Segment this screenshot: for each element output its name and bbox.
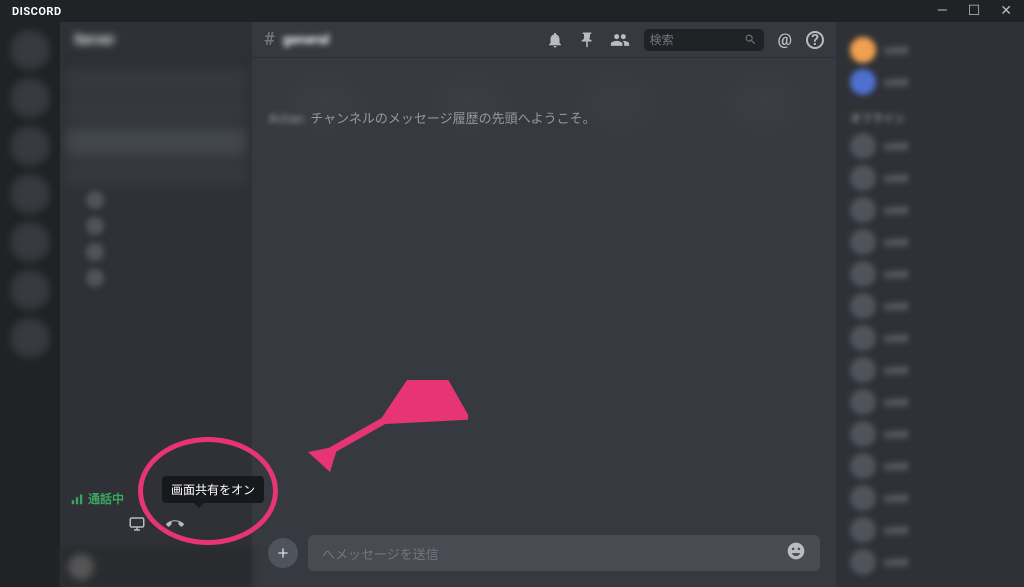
disconnect-button[interactable] (166, 515, 184, 537)
member-item[interactable]: user (844, 226, 1016, 258)
call-controls (60, 509, 252, 547)
disconnect-icon (166, 515, 184, 533)
chat-area: # general @ ? (252, 22, 836, 587)
channel-item[interactable] (66, 128, 246, 156)
member-item[interactable]: user (844, 354, 1016, 386)
member-item[interactable]: user (844, 386, 1016, 418)
member-item[interactable]: user (844, 546, 1016, 578)
guild-item[interactable] (10, 318, 50, 358)
member-item[interactable]: user (844, 418, 1016, 450)
member-item[interactable]: user (844, 290, 1016, 322)
app-logo: DISCORD (8, 5, 62, 18)
guild-item[interactable] (10, 174, 50, 214)
channel-list (60, 58, 252, 484)
member-item[interactable]: user (844, 450, 1016, 482)
channel-item[interactable] (66, 158, 246, 186)
member-item[interactable]: user (844, 194, 1016, 226)
plus-icon (275, 545, 291, 561)
members-icon[interactable] (610, 30, 630, 50)
server-header[interactable]: Server (60, 22, 252, 58)
voice-user[interactable] (86, 240, 246, 264)
message-input[interactable]: へメッセージを送信 (308, 535, 820, 571)
voice-user[interactable] (86, 188, 246, 212)
welcome-message: #chan チャンネルのメッセージ履歴の先頭へようこそ。 (268, 108, 820, 127)
member-group-heading: オフライン (844, 98, 1016, 130)
maximize-button[interactable]: ☐ (964, 3, 985, 19)
channel-item[interactable] (66, 98, 246, 126)
guild-item[interactable] (10, 270, 50, 310)
monitor-icon (128, 515, 146, 533)
hash-icon: # (264, 29, 275, 50)
message-area: #chan チャンネルのメッセージ履歴の先頭へようこそ。 (252, 58, 836, 535)
attach-button[interactable] (268, 538, 298, 568)
guild-item[interactable] (10, 126, 50, 166)
member-list: user user オフライン user user user user user… (836, 22, 1024, 587)
screen-share-tooltip: 画面共有をオン (162, 476, 264, 503)
channel-item[interactable] (66, 68, 246, 96)
pin-icon[interactable] (578, 31, 596, 49)
guild-item[interactable] (10, 222, 50, 262)
member-item[interactable]: user (844, 162, 1016, 194)
close-button[interactable]: ✕ (996, 3, 1016, 19)
guild-list (0, 22, 60, 587)
welcome-channel-name: #chan (268, 112, 304, 127)
search-box[interactable] (644, 29, 764, 51)
signal-icon (70, 492, 84, 506)
composer: へメッセージを送信 (252, 535, 836, 587)
user-panel[interactable] (60, 547, 252, 587)
voice-user[interactable] (86, 266, 246, 290)
titlebar: DISCORD — ☐ ✕ (0, 0, 1024, 22)
screen-share-button[interactable] (128, 515, 146, 537)
empty-channel-art (252, 58, 836, 148)
guild-item[interactable] (10, 78, 50, 118)
member-item[interactable]: user (844, 514, 1016, 546)
member-item[interactable]: user (844, 482, 1016, 514)
bell-icon[interactable] (546, 31, 564, 49)
search-icon (744, 33, 757, 46)
chat-header: # general @ ? (252, 22, 836, 58)
member-item[interactable]: user (844, 34, 1016, 66)
window-controls: — ☐ ✕ (933, 3, 1016, 19)
voice-user[interactable] (86, 214, 246, 238)
call-status-label: 通話中 (88, 490, 124, 507)
channel-name: general (283, 32, 330, 48)
header-toolbar: @ ? (546, 29, 824, 51)
smiley-icon (786, 541, 806, 561)
main: Server 通話中 (0, 22, 1024, 587)
guild-item[interactable] (10, 30, 50, 70)
member-item[interactable]: user (844, 130, 1016, 162)
emoji-picker-button[interactable] (786, 541, 806, 565)
welcome-text: チャンネルのメッセージ履歴の先頭へようこそ。 (310, 108, 595, 127)
minimize-button[interactable]: — (933, 3, 952, 19)
member-item[interactable]: user (844, 258, 1016, 290)
member-item[interactable]: user (844, 66, 1016, 98)
help-button[interactable]: ? (806, 31, 824, 49)
member-item[interactable]: user (844, 322, 1016, 354)
message-placeholder: へメッセージを送信 (322, 544, 439, 563)
mentions-button[interactable]: @ (778, 30, 792, 49)
search-input[interactable] (650, 33, 740, 47)
